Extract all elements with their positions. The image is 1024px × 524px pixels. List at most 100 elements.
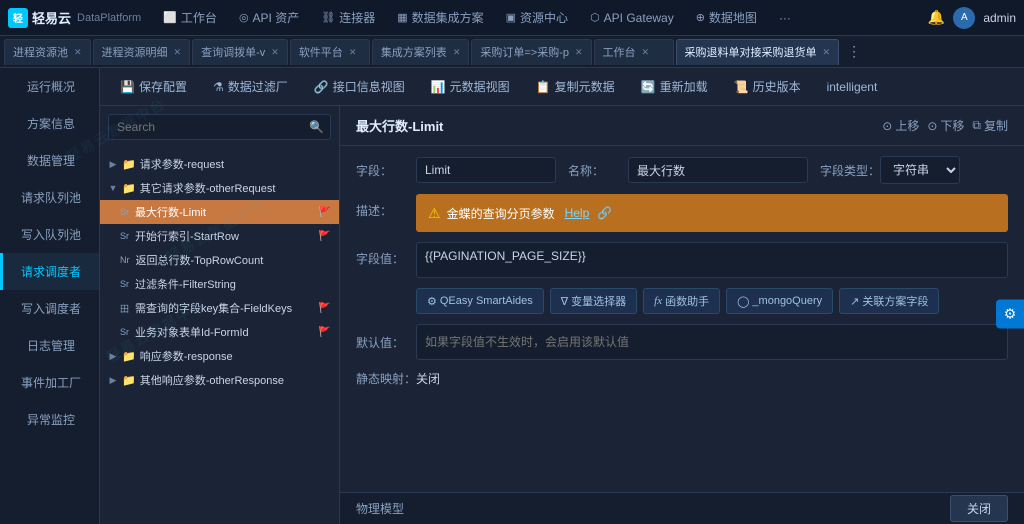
help-link[interactable]: Help <box>565 206 590 220</box>
bell-icon[interactable]: 🔔 <box>928 9 945 26</box>
tab-1[interactable]: 进程资源明细 ✕ <box>93 39 191 65</box>
tabs-more[interactable]: ⋮ <box>841 43 867 60</box>
tree-node-startrow[interactable]: Sr 开始行索引-StartRow 🚩 <box>100 224 339 248</box>
static-label: 静态映射： <box>356 370 404 387</box>
intelligent-button[interactable]: intelligent <box>817 76 888 98</box>
qeasy-smartaides-button[interactable]: ⚙ QEasy SmartAides <box>416 288 544 314</box>
tree-node-response[interactable]: ▶ 📁 响应参数-response <box>100 344 339 368</box>
logo-icon: 轻 <box>8 8 28 28</box>
sidebar-item-event-factory[interactable]: 事件加工厂 <box>0 364 99 401</box>
move-down-icon: ⊙ <box>927 119 937 133</box>
sidebar-item-write-queue[interactable]: 写入队列池 <box>0 216 99 253</box>
tab-7[interactable]: 采购退料单对接采购退货单 ✕ <box>676 39 840 65</box>
nav-data-map-label: 数据地图 <box>709 9 757 26</box>
tab-4[interactable]: 集成方案列表 ✕ <box>372 39 470 65</box>
tree-node-request[interactable]: ▶ 📁 请求参数-request <box>100 152 339 176</box>
workbench-icon: ⬜ <box>163 11 177 24</box>
nav-api-gateway[interactable]: ⬡ API Gateway <box>580 5 684 30</box>
flag-formid: 🚩 <box>319 327 331 338</box>
tab-6[interactable]: 工作台 ✕ <box>594 39 674 65</box>
tree-node-fieldkeys[interactable]: 田 需查询的字段key集合-FieldKeys 🚩 <box>100 296 339 320</box>
desc-text: 金蝶的查询分页参数 <box>447 205 555 222</box>
tab-5-close[interactable]: ✕ <box>575 47 583 58</box>
tab-0[interactable]: 进程资源池 ✕ <box>4 39 91 65</box>
nav-connector[interactable]: ⛓ 连接器 <box>311 5 385 30</box>
sidebar-item-anomaly[interactable]: 异常监控 <box>0 401 99 438</box>
search-input[interactable] <box>109 115 303 139</box>
interface-view-button[interactable]: 🔗 接口信息视图 <box>304 74 415 99</box>
history-button[interactable]: 📜 历史版本 <box>724 74 811 99</box>
tree-arrow-request: ▶ <box>108 159 118 170</box>
move-up-button[interactable]: ⊙ 上移 <box>882 117 919 134</box>
history-label: 历史版本 <box>753 78 801 95</box>
tab-6-label: 工作台 <box>603 44 636 60</box>
meta-view-label: 元数据视图 <box>450 78 510 95</box>
settings-fab[interactable]: ⚙ <box>996 300 1024 329</box>
save-config-button[interactable]: 💾 保存配置 <box>110 74 197 99</box>
function-icon: fx <box>654 295 662 307</box>
tab-5[interactable]: 采购订单=>采购-p ✕ <box>471 39 591 65</box>
mongo-query-button[interactable]: ◯ _mongoQuery <box>726 288 833 314</box>
tree-node-limit[interactable]: Sr 最大行数-Limit 🚩 <box>100 200 339 224</box>
tab-7-close[interactable]: ✕ <box>823 47 831 58</box>
move-up-icon: ⊙ <box>882 119 892 133</box>
sidebar-item-overview[interactable]: 运行概况 <box>0 68 99 105</box>
function-helper-button[interactable]: fx 函数助手 <box>643 288 720 314</box>
sidebar-req-dispatcher-label: 请求调度者 <box>21 265 81 279</box>
default-input[interactable] <box>416 324 1008 360</box>
nav-data-map[interactable]: ⊕ 数据地图 <box>686 5 767 30</box>
name-input[interactable] <box>628 157 808 183</box>
data-filter-button[interactable]: ⚗ 数据过滤厂 <box>203 74 298 99</box>
field-val-label: 字段值： <box>356 242 404 267</box>
move-down-button[interactable]: ⊙ 下移 <box>927 117 964 134</box>
tab-4-close[interactable]: ✕ <box>453 47 461 58</box>
nav-resource[interactable]: ▣ 资源中心 <box>496 5 578 30</box>
tab-1-close[interactable]: ✕ <box>174 47 182 58</box>
nav-api-asset-label: API 资产 <box>253 9 300 26</box>
tree-label-toprowcount: 返回总行数-TopRowCount <box>136 252 332 268</box>
field-val-box[interactable]: {{PAGINATION_PAGE_SIZE}} <box>416 242 1008 278</box>
tab-0-close[interactable]: ✕ <box>74 47 82 58</box>
tree-node-formid[interactable]: Sr 业务对象表单Id-FormId 🚩 <box>100 320 339 344</box>
nav-workbench[interactable]: ⬜ 工作台 <box>153 5 227 30</box>
tab-2-close[interactable]: ✕ <box>271 47 279 58</box>
type-select[interactable]: 字符串 数字 布尔 <box>880 156 960 184</box>
tree-node-toprowcount[interactable]: Nr 返回总行数-TopRowCount <box>100 248 339 272</box>
close-button[interactable]: 关闭 <box>950 495 1008 522</box>
nav-integration[interactable]: ▦ 数据集成方案 <box>387 5 493 30</box>
sidebar-item-req-dispatcher[interactable]: 请求调度者 <box>0 253 99 290</box>
tab-3[interactable]: 软件平台 ✕ <box>290 39 370 65</box>
tree-panel: 🔍 ▶ 📁 请求参数-request ▼ 📁 其 <box>100 106 340 524</box>
tree-node-filterstring[interactable]: Sr 过滤条件-FilterString <box>100 272 339 296</box>
tab-3-close[interactable]: ✕ <box>349 47 357 58</box>
sidebar-item-plan-info[interactable]: 方案信息 <box>0 105 99 142</box>
reload-label: 重新加载 <box>660 78 708 95</box>
meta-view-button[interactable]: 📊 元数据视图 <box>421 74 520 99</box>
sidebar-item-data-mgmt[interactable]: 数据管理 <box>0 142 99 179</box>
sidebar-item-log-mgmt[interactable]: 日志管理 <box>0 327 99 364</box>
move-up-label: 上移 <box>895 117 919 134</box>
nav-more[interactable]: ··· <box>769 5 801 30</box>
sidebar-event-factory-label: 事件加工厂 <box>21 376 81 390</box>
search-icon[interactable]: 🔍 <box>303 115 330 139</box>
reload-button[interactable]: 🔄 重新加载 <box>631 74 718 99</box>
field-name-input[interactable] <box>416 157 556 183</box>
main-layout: 运行概况 方案信息 数据管理 请求队列池 写入队列池 请求调度者 写入调度者 日… <box>0 68 1024 524</box>
nav-integration-label: 数据集成方案 <box>412 9 484 26</box>
nav-api-asset[interactable]: ◎ API 资产 <box>229 5 309 30</box>
sidebar-item-req-queue[interactable]: 请求队列池 <box>0 179 99 216</box>
related-field-button[interactable]: ↗ 关联方案字段 <box>839 288 939 314</box>
reload-icon: 🔄 <box>641 80 656 94</box>
tab-6-close[interactable]: ✕ <box>642 47 650 58</box>
var-selector-button[interactable]: ∇ 变量选择器 <box>550 288 637 314</box>
sidebar-item-write-dispatcher[interactable]: 写入调度者 <box>0 290 99 327</box>
badge-limit: Sr <box>120 207 129 217</box>
copy-icon: ⧉ <box>972 118 981 133</box>
copy-button[interactable]: ⧉ 复制 <box>972 117 1008 134</box>
tab-2[interactable]: 查询调拨单-v ✕ <box>192 39 288 65</box>
badge-filterstring: Sr <box>120 279 129 289</box>
copy-meta-button[interactable]: 📋 复制元数据 <box>526 74 625 99</box>
copy-meta-icon: 📋 <box>536 80 551 94</box>
tree-node-other-response[interactable]: ▶ 📁 其他响应参数-otherResponse <box>100 368 339 392</box>
tree-node-other-request[interactable]: ▼ 📁 其它请求参数-otherRequest <box>100 176 339 200</box>
